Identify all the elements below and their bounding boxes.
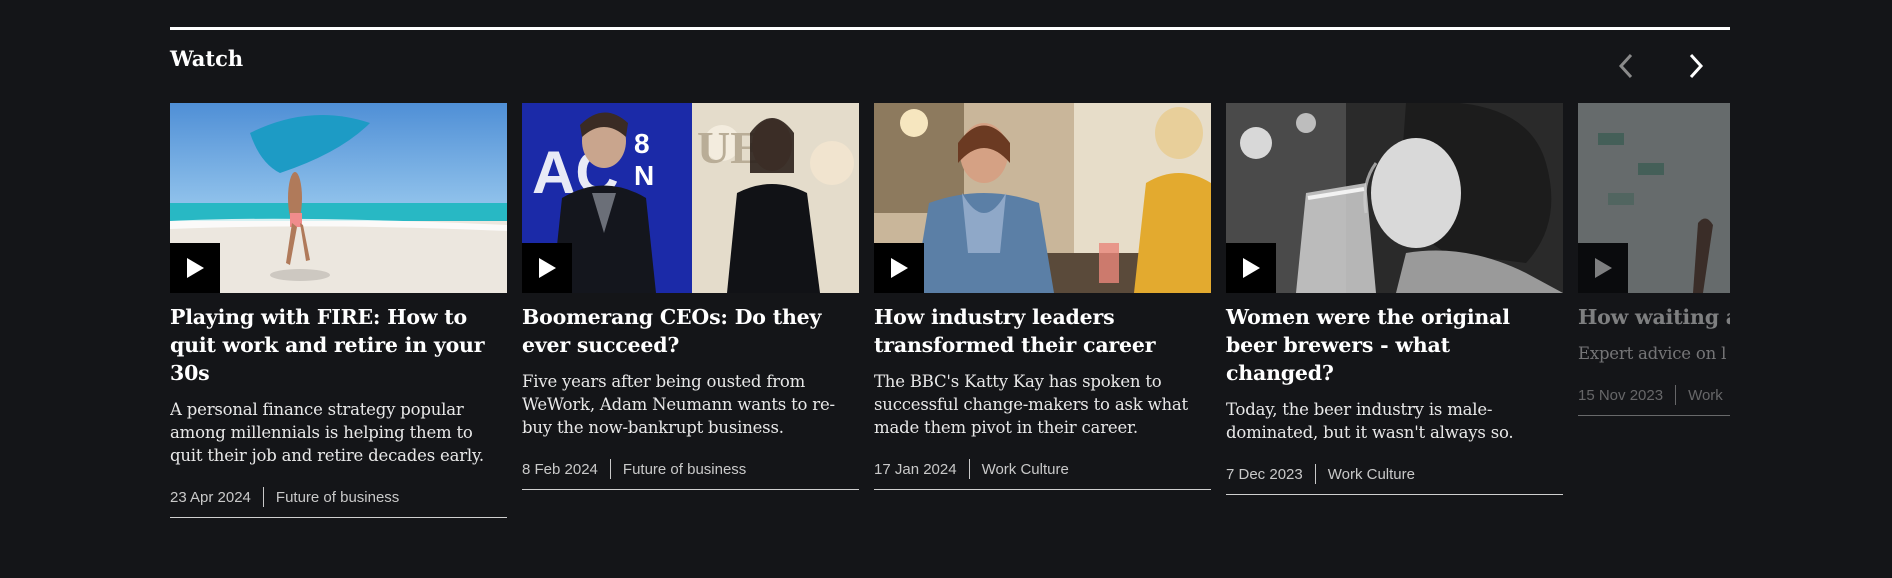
video-carousel: Playing with FIRE: How to quit work and … <box>170 103 1730 523</box>
video-card[interactable]: How waiting a perception of t Expert adv… <box>1578 103 1730 416</box>
card-tag[interactable]: Work Culture <box>1328 466 1415 483</box>
meta-divider <box>609 459 611 479</box>
card-meta: 7 Dec 2023 Work Culture <box>1226 464 1563 495</box>
play-icon <box>539 258 556 278</box>
card-meta: 17 Jan 2024 Work Culture <box>874 459 1211 490</box>
svg-text:8: 8 <box>634 128 650 159</box>
play-button[interactable] <box>170 243 220 293</box>
card-date: 17 Jan 2024 <box>874 460 957 478</box>
card-meta: 23 Apr 2024 Future of business <box>170 487 507 518</box>
play-icon <box>891 258 908 278</box>
video-thumbnail[interactable] <box>874 103 1211 293</box>
card-tag[interactable]: Future of business <box>276 489 399 506</box>
card-tag[interactable]: Future of business <box>623 461 746 478</box>
card-meta: 8 Feb 2024 Future of business <box>522 459 859 490</box>
video-card[interactable]: Women were the original beer brewers - w… <box>1226 103 1563 495</box>
chevron-right-icon <box>1689 53 1704 79</box>
card-description: Expert advice on l waiting period. <box>1578 344 1730 363</box>
card-tag[interactable]: Work <box>1688 387 1723 404</box>
card-date: 15 Nov 2023 <box>1578 386 1664 404</box>
svg-text:N: N <box>634 160 654 191</box>
meta-divider <box>262 487 264 507</box>
watch-section: Watch Playing with FIRE: How to quit wor… <box>170 27 1730 518</box>
card-description: The BBC's Katty Kay has spoken to succes… <box>874 372 1188 437</box>
card-tag[interactable]: Work Culture <box>982 461 1069 478</box>
chevron-left-icon <box>1618 53 1633 79</box>
meta-divider <box>1314 464 1316 484</box>
card-title[interactable]: Playing with FIRE: How to quit work and … <box>170 303 507 387</box>
card-description: Five years after being ousted from WeWor… <box>522 372 835 437</box>
ceo-portraits-image: AC 8 N UE <box>522 103 859 293</box>
meta-divider <box>1675 385 1677 405</box>
meta-divider <box>968 459 970 479</box>
card-date: 8 Feb 2024 <box>522 460 598 478</box>
play-button[interactable] <box>1226 243 1276 293</box>
video-card[interactable]: AC 8 N UE Boomerang CEOs: Do they ever s… <box>522 103 859 490</box>
play-button[interactable] <box>1578 243 1628 293</box>
section-header: Watch <box>170 30 1730 106</box>
video-card[interactable]: Playing with FIRE: How to quit work and … <box>170 103 507 518</box>
card-title[interactable]: How waiting a perception of t <box>1578 303 1730 331</box>
card-date: 7 Dec 2023 <box>1226 465 1303 483</box>
play-button[interactable] <box>522 243 572 293</box>
video-thumbnail[interactable] <box>1226 103 1563 293</box>
play-icon <box>1595 258 1612 278</box>
video-card[interactable]: How industry leaders transformed their c… <box>874 103 1211 490</box>
video-thumbnail[interactable]: AC 8 N UE <box>522 103 859 293</box>
beach-image <box>170 103 507 293</box>
card-title[interactable]: Boomerang CEOs: Do they ever succeed? <box>522 303 859 359</box>
section-title: Watch <box>170 46 244 71</box>
beer-drinker-image <box>1226 103 1563 293</box>
video-thumbnail[interactable] <box>170 103 507 293</box>
carousel-prev-button[interactable] <box>1608 48 1644 84</box>
card-description: A personal finance strategy popular amon… <box>170 400 484 465</box>
card-date: 23 Apr 2024 <box>170 488 251 506</box>
card-title[interactable]: How industry leaders transformed their c… <box>874 303 1211 359</box>
play-icon <box>1243 258 1260 278</box>
play-icon <box>187 258 204 278</box>
card-meta: 15 Nov 2023 Work <box>1578 385 1730 416</box>
card-description: Today, the beer industry is male-dominat… <box>1226 400 1514 442</box>
play-button[interactable] <box>874 243 924 293</box>
carousel-next-button[interactable] <box>1678 48 1714 84</box>
interview-image <box>874 103 1211 293</box>
card-title[interactable]: Women were the original beer brewers - w… <box>1226 303 1563 387</box>
video-thumbnail[interactable] <box>1578 103 1730 293</box>
